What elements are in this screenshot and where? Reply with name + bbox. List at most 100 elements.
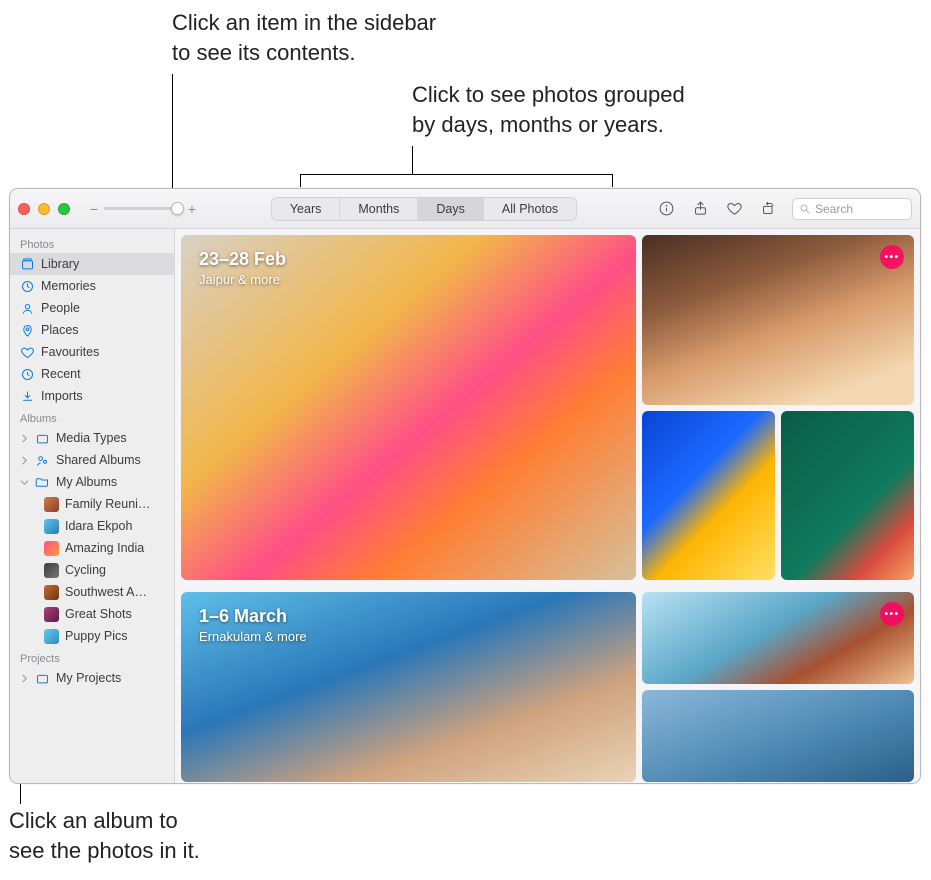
sidebar-item-label: Puppy Pics: [65, 629, 166, 643]
tab-months[interactable]: Months: [340, 198, 418, 220]
album-thumbnail: [44, 607, 59, 622]
zoom-window-button[interactable]: [58, 203, 70, 215]
thumbnail-zoom-slider[interactable]: − +: [88, 201, 198, 217]
sidebar-item-library[interactable]: Library: [10, 253, 174, 275]
sidebar-item-memories[interactable]: Memories: [10, 275, 174, 297]
sidebar-item-media-types[interactable]: Media Types: [10, 427, 174, 449]
folder-icon: [35, 431, 50, 446]
window-controls: [18, 203, 70, 215]
sidebar-album-southwest[interactable]: Southwest A…: [10, 581, 174, 603]
download-icon: [20, 389, 35, 404]
chevron-right-icon: [20, 456, 29, 465]
album-thumbnail: [44, 585, 59, 600]
sidebar-item-favourites[interactable]: Favourites: [10, 341, 174, 363]
sidebar-item-label: Southwest A…: [65, 585, 166, 599]
search-placeholder: Search: [815, 202, 853, 216]
tab-days[interactable]: Days: [418, 198, 483, 220]
sidebar-album-family-reunion[interactable]: Family Reuni…: [10, 493, 174, 515]
library-icon: [20, 257, 35, 272]
sidebar-item-shared-albums[interactable]: Shared Albums: [10, 449, 174, 471]
sidebar-item-label: Shared Albums: [56, 453, 166, 467]
photo-grid: 23–28 Feb Jaipur & more •••: [175, 229, 920, 783]
heart-icon: [20, 345, 35, 360]
callout-line: [412, 146, 413, 174]
sidebar-item-label: Memories: [41, 279, 166, 293]
sidebar-item-label: Cycling: [65, 563, 166, 577]
sidebar-album-puppy-pics[interactable]: Puppy Pics: [10, 625, 174, 647]
info-icon: [658, 200, 675, 217]
sidebar-group-albums: Albums: [10, 407, 174, 427]
sidebar-item-label: People: [41, 301, 166, 315]
sidebar-item-label: Places: [41, 323, 166, 337]
day-group-date: 23–28 Feb: [199, 249, 286, 270]
sidebar-item-label: Recent: [41, 367, 166, 381]
sidebar-album-great-shots[interactable]: Great Shots: [10, 603, 174, 625]
photo-tile[interactable]: 23–28 Feb Jaipur & more: [181, 235, 636, 580]
tab-years[interactable]: Years: [272, 198, 341, 220]
info-button[interactable]: [650, 197, 682, 221]
zoom-slider-thumb[interactable]: [171, 202, 184, 215]
sidebar-item-my-albums[interactable]: My Albums: [10, 471, 174, 493]
photo-tile[interactable]: 1–6 March Ernakulam & more: [181, 592, 636, 782]
sidebar-item-label: My Projects: [56, 671, 166, 685]
clock-icon: [20, 367, 35, 382]
sidebar-item-recent[interactable]: Recent: [10, 363, 174, 385]
day-group-subtitle: Jaipur & more: [199, 272, 286, 287]
more-button[interactable]: •••: [880, 245, 904, 269]
sidebar-item-my-projects[interactable]: My Projects: [10, 667, 174, 689]
shared-icon: [35, 453, 50, 468]
sidebar-item-places[interactable]: Places: [10, 319, 174, 341]
callout-line: [300, 174, 301, 187]
places-icon: [20, 323, 35, 338]
chevron-right-icon: [20, 674, 29, 683]
day-group-header: 1–6 March Ernakulam & more: [199, 606, 307, 644]
people-icon: [20, 301, 35, 316]
rotate-button[interactable]: [752, 197, 784, 221]
zoom-slider-track[interactable]: [104, 207, 182, 210]
album-thumbnail: [44, 541, 59, 556]
callout-line: [300, 174, 612, 175]
sidebar-item-imports[interactable]: Imports: [10, 385, 174, 407]
album-thumbnail: [44, 563, 59, 578]
sidebar-item-label: Idara Ekpoh: [65, 519, 166, 533]
share-icon: [692, 200, 709, 217]
sidebar-item-label: Media Types: [56, 431, 166, 445]
day-group: 1–6 March Ernakulam & more •••: [175, 586, 920, 782]
sidebar-item-label: Library: [41, 257, 166, 271]
share-button[interactable]: [684, 197, 716, 221]
search-field[interactable]: Search: [792, 198, 912, 220]
zoom-in-icon: +: [186, 201, 198, 217]
callout-line: [612, 174, 613, 187]
sidebar-item-people[interactable]: People: [10, 297, 174, 319]
folder-icon: [35, 475, 50, 490]
day-group-header: 23–28 Feb Jaipur & more: [199, 249, 286, 287]
chevron-down-icon: [20, 478, 29, 487]
album-thumbnail: [44, 629, 59, 644]
memories-icon: [20, 279, 35, 294]
callout-grouping: Click to see photos grouped by days, mon…: [412, 80, 685, 139]
photo-tile[interactable]: •••: [642, 235, 914, 405]
photo-sidegrid: •••: [642, 592, 914, 782]
photo-tile[interactable]: [642, 690, 914, 782]
sidebar-item-label: Favourites: [41, 345, 166, 359]
tab-all-photos[interactable]: All Photos: [484, 198, 576, 220]
rotate-icon: [760, 200, 777, 217]
album-thumbnail: [44, 497, 59, 512]
sidebar-album-amazing-india[interactable]: Amazing India: [10, 537, 174, 559]
favourite-button[interactable]: [718, 197, 750, 221]
day-group: 23–28 Feb Jaipur & more •••: [175, 229, 920, 580]
sidebar-album-idara-ekpoh[interactable]: Idara Ekpoh: [10, 515, 174, 537]
minimize-window-button[interactable]: [38, 203, 50, 215]
photo-tile[interactable]: •••: [642, 592, 914, 684]
photo-tile[interactable]: [642, 411, 775, 581]
titlebar: − + Years Months Days All Photos: [10, 189, 920, 229]
photo-tile[interactable]: [781, 411, 914, 581]
sidebar-item-label: My Albums: [56, 475, 166, 489]
heart-icon: [726, 200, 743, 217]
sidebar-item-label: Great Shots: [65, 607, 166, 621]
folder-icon: [35, 671, 50, 686]
close-window-button[interactable]: [18, 203, 30, 215]
sidebar-album-cycling[interactable]: Cycling: [10, 559, 174, 581]
callout-sidebar: Click an item in the sidebar to see its …: [172, 8, 436, 67]
more-button[interactable]: •••: [880, 602, 904, 626]
